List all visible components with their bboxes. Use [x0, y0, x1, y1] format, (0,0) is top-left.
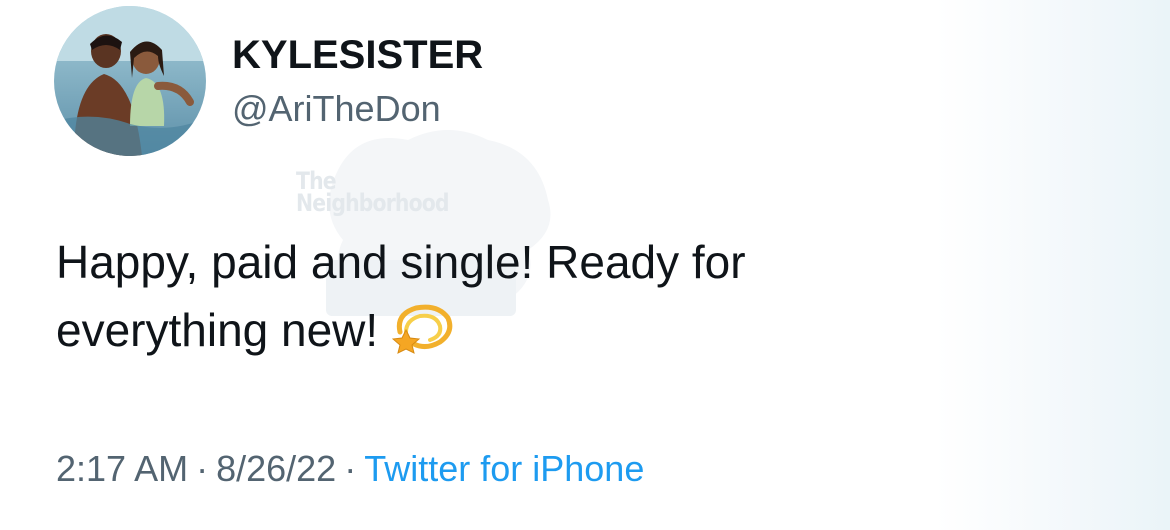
avatar[interactable]: [54, 6, 206, 156]
watermark-text: The Neighborhood: [296, 169, 450, 217]
dizzy-emoji-icon: [391, 302, 454, 354]
tweet-source-link[interactable]: Twitter for iPhone: [364, 448, 644, 489]
watermark-line2: Neighborhood: [296, 189, 450, 217]
separator-dot: ·: [196, 448, 209, 489]
tweet-card: KYLESISTER @AriTheDon The Neighborhood H…: [0, 0, 1170, 530]
separator-dot: ·: [344, 448, 357, 489]
tweet-date[interactable]: 8/26/22: [216, 448, 336, 489]
tweet-meta: 2:17 AM · 8/26/22 · Twitter for iPhone: [56, 448, 644, 490]
user-handle[interactable]: @AriTheDon: [232, 88, 441, 130]
tweet-time[interactable]: 2:17 AM: [56, 448, 188, 489]
tweet-text-line2: everything new!: [56, 296, 1056, 364]
tweet-text-line2-content: everything new!: [56, 304, 379, 356]
tweet-text: Happy, paid and single! Ready for everyt…: [56, 228, 1056, 364]
tweet-text-line1: Happy, paid and single! Ready for: [56, 236, 746, 288]
display-name[interactable]: KYLESISTER: [232, 33, 483, 78]
avatar-photo-icon: [54, 6, 206, 156]
